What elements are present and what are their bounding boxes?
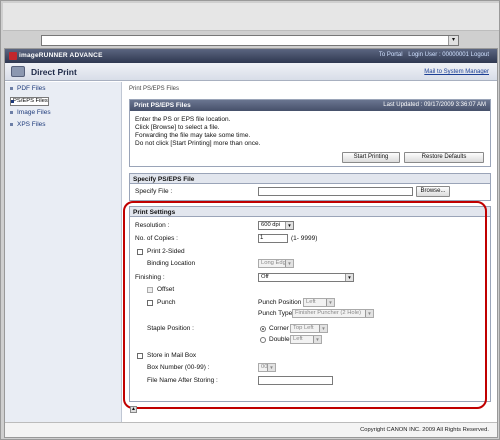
instruction-line: Forwarding the file may take some time. <box>135 132 251 139</box>
specify-file-header: Specify PS/EPS File <box>130 174 490 184</box>
specify-file-input[interactable] <box>258 187 413 196</box>
start-printing-button[interactable]: Start Printing <box>342 152 400 163</box>
login-user-link[interactable]: Login User : 00000001 Logout <box>408 52 489 58</box>
print-panel-header: Print PS/EPS Files Last Updated : 09/17/… <box>130 100 490 111</box>
browse-button[interactable]: Browse... <box>416 186 450 197</box>
print-panel-title: Print PS/EPS Files <box>134 102 191 109</box>
footer: Copyright CANON INC. 2009 All Rights Res… <box>5 422 497 437</box>
brand-name: imageRUNNER ADVANCE <box>19 52 103 59</box>
page-title: Direct Print <box>31 67 77 77</box>
highlight-outline <box>123 201 487 409</box>
mail-to-system-manager-link[interactable]: Mail to System Manager <box>424 69 489 75</box>
top-header: imageRUNNER ADVANCE To Portal Login User… <box>5 49 497 63</box>
web-page: imageRUNNER ADVANCE To Portal Login User… <box>4 48 498 438</box>
instruction-line: Enter the PS or EPS file location. <box>135 116 231 123</box>
canon-logo-icon <box>9 52 17 60</box>
page-header: Direct Print Mail to System Manager <box>5 63 497 81</box>
scroll-to-top-icon[interactable]: ▲ <box>130 406 137 413</box>
browser-window: ▾ imageRUNNER ADVANCE To Portal Login Us… <box>0 0 500 440</box>
sidebar-item-ps-eps-files[interactable]: PS/EPS Files <box>10 97 49 106</box>
browser-toolbar <box>3 3 499 31</box>
header-links: To Portal Login User : 00000001 Logout <box>375 52 489 58</box>
address-bar[interactable]: ▾ <box>41 35 459 46</box>
sidebar-item-pdf-files[interactable]: PDF Files <box>10 85 46 92</box>
to-portal-link[interactable]: To Portal <box>379 52 403 58</box>
specify-file-label: Specify File : <box>135 188 173 195</box>
address-dropdown-icon[interactable]: ▾ <box>448 36 458 45</box>
last-updated: Last Updated : 09/17/2009 3:36:07 AM <box>383 102 486 108</box>
sidebar-item-image-files[interactable]: Image Files <box>10 109 51 116</box>
copyright-text: Copyright CANON INC. 2009 All Rights Res… <box>360 427 489 433</box>
breadcrumb: Print PS/EPS Files <box>129 86 180 92</box>
restore-defaults-button[interactable]: Restore Defaults <box>404 152 484 163</box>
instruction-line: Do not click [Start Printing] more than … <box>135 140 261 147</box>
specify-file-section: Specify PS/EPS File Specify File : Brows… <box>129 173 491 201</box>
sidebar: PDF Files PS/EPS Files Image Files XPS F… <box>5 82 122 422</box>
sidebar-item-xps-files[interactable]: XPS Files <box>10 121 46 128</box>
print-panel: Print PS/EPS Files Last Updated : 09/17/… <box>129 99 491 167</box>
direct-print-icon <box>11 66 25 77</box>
instruction-line: Click [Browse] to select a file. <box>135 124 220 131</box>
